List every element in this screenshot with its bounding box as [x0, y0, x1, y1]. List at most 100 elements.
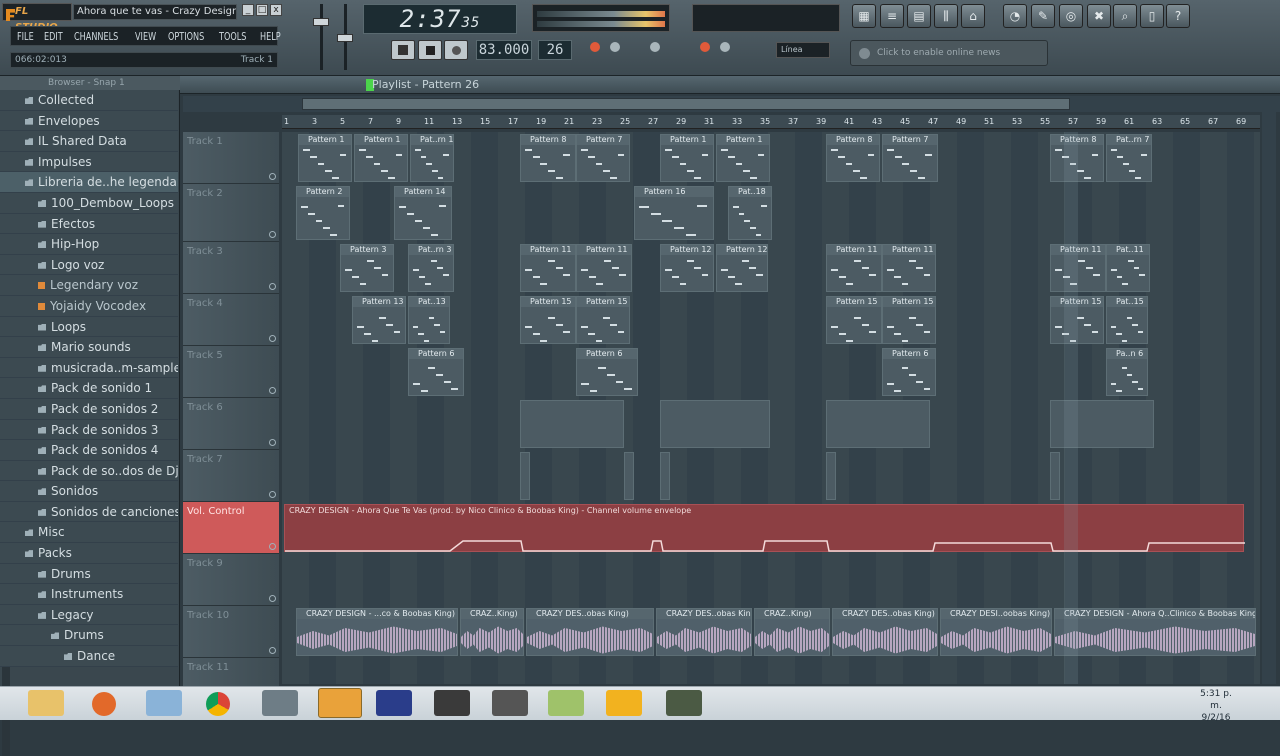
pattern-clip[interactable]: Pat..rn 7 — [1106, 134, 1152, 182]
browser-item[interactable]: musicrada..m-samples — [0, 357, 178, 379]
audio-clip[interactable]: CRAZY DES..obas King) — [832, 608, 938, 656]
browser-item[interactable]: Dance — [0, 646, 178, 667]
browser-item[interactable]: 100_Dembow_Loops — [0, 192, 178, 214]
browser-item[interactable]: Misc — [0, 522, 178, 544]
browser-item[interactable]: Loops — [0, 316, 178, 338]
snap-select[interactable]: Línea — [776, 42, 830, 58]
minimize-button[interactable]: _ — [242, 4, 254, 16]
vertical-scrollbar[interactable] — [1262, 112, 1276, 684]
pattern-clip[interactable]: Pattern 1 — [354, 134, 408, 182]
browser-item[interactable]: Yojaidy Vocodex — [0, 295, 178, 317]
pattern-clip[interactable]: Pattern 13 — [352, 296, 406, 344]
pattern-clip[interactable]: Pattern 12 — [716, 244, 768, 292]
channel-rack-icon[interactable]: ▤ — [907, 4, 931, 28]
fl-studio-task-icon[interactable] — [318, 688, 362, 718]
browser-item[interactable]: Pack de so..dos de Djs — [0, 460, 178, 482]
track-header[interactable]: Track 5 — [183, 346, 279, 398]
pattern-clip[interactable]: Pat..rn 1 — [410, 134, 454, 182]
link-icon[interactable]: ✖ — [1087, 4, 1111, 28]
browser-item[interactable]: Packs — [0, 543, 178, 564]
track-mute-led[interactable] — [269, 491, 276, 498]
track-header[interactable]: Track 10 — [183, 606, 279, 658]
track-mute-led[interactable] — [269, 283, 276, 290]
pattern-clip[interactable]: Pattern 8 — [520, 134, 576, 182]
taskbar-clock[interactable]: 5:31 p. m. 9/2/16 — [1196, 688, 1236, 724]
camera-icon[interactable] — [666, 690, 702, 716]
browser-item[interactable]: Instruments — [0, 584, 178, 605]
browser-item[interactable]: Sonidos — [0, 481, 178, 502]
browser-item[interactable]: Hip-Hop — [0, 234, 178, 255]
media-icon[interactable] — [146, 690, 182, 716]
pattern-clip[interactable] — [1050, 452, 1060, 500]
track-mute-led[interactable] — [269, 387, 276, 394]
track-mute-led[interactable] — [269, 173, 276, 180]
pattern-clip[interactable] — [660, 400, 770, 448]
pattern-clip[interactable]: Pattern 11 — [576, 244, 632, 292]
rec-indicator[interactable] — [590, 42, 600, 52]
menu-item-tools[interactable]: TOOLS — [219, 30, 246, 43]
typing-keyboard-toggle[interactable] — [720, 42, 730, 52]
pattern-clip[interactable]: Pattern 15 — [882, 296, 936, 344]
browser-item[interactable]: Mario sounds — [0, 337, 178, 358]
audio-clip[interactable]: CRAZY DES..obas King) — [656, 608, 752, 656]
terminal-icon[interactable] — [434, 690, 470, 716]
pattern-clip[interactable]: Pattern 14 — [394, 186, 452, 240]
shark-icon[interactable] — [492, 690, 528, 716]
menu-item-options[interactable]: OPTIONS — [168, 30, 204, 43]
track-mute-led[interactable] — [269, 439, 276, 446]
browser-item[interactable]: Logo voz — [0, 254, 178, 276]
online-news-bar[interactable]: Click to enable online news — [850, 40, 1048, 66]
track-header[interactable]: Track 7 — [183, 450, 279, 502]
browser-item[interactable]: IL Shared Data — [0, 131, 178, 152]
browser-item[interactable]: Envelopes — [0, 110, 178, 132]
audio-clip[interactable]: CRAZY DES..obas King) — [526, 608, 654, 656]
menu-item-file[interactable]: FILE — [17, 30, 34, 43]
cpu-icon[interactable]: ◔ — [1003, 4, 1027, 28]
pattern-clip[interactable]: Pat..15 — [1106, 296, 1148, 344]
browser-item[interactable]: Legacy — [0, 604, 178, 626]
pattern-clip[interactable]: Pattern 1 — [716, 134, 770, 182]
browser-item[interactable]: Libreria de..he legendary — [0, 172, 178, 193]
pattern-clip[interactable]: Pattern 1 — [660, 134, 714, 182]
pattern-clip[interactable] — [660, 452, 670, 500]
track-header[interactable]: Track 9 — [183, 554, 279, 606]
pattern-clip[interactable] — [826, 452, 836, 500]
device-icon[interactable]: ▯ — [1140, 4, 1164, 28]
pattern-clip[interactable] — [520, 452, 530, 500]
pattern-clip[interactable]: Pattern 1 — [298, 134, 352, 182]
plugin-icon[interactable]: ✎ — [1031, 4, 1055, 28]
browser-item[interactable]: Drums — [0, 625, 178, 647]
vlc-icon[interactable] — [606, 690, 642, 716]
pattern-clip[interactable]: Pattern 11 — [826, 244, 882, 292]
pattern-clip[interactable]: Pattern 12 — [660, 244, 714, 292]
audio-app-icon[interactable] — [376, 690, 412, 716]
close-button[interactable]: x — [270, 4, 282, 16]
track-header[interactable]: Track 1 — [183, 132, 279, 184]
blend-toggle[interactable] — [650, 42, 660, 52]
pattern-clip[interactable]: Pattern 8 — [826, 134, 880, 182]
firefox-icon[interactable] — [92, 692, 116, 716]
audio-clip[interactable]: CRAZY DESIGN - Ahora Q..Clinico & Boobas… — [1054, 608, 1256, 656]
playlist-icon[interactable]: ▦ — [852, 4, 876, 28]
browser-item[interactable]: Pack de sonidos 4 — [0, 440, 178, 461]
help-icon[interactable]: ? — [1166, 4, 1190, 28]
pattern-clip[interactable]: Pattern 7 — [882, 134, 938, 182]
pattern-clip[interactable]: Pattern 11 — [1050, 244, 1106, 292]
audio-clip[interactable]: CRAZY DESIGN - ...co & Boobas King) — [296, 608, 458, 656]
pattern-clip[interactable]: Pattern 15 — [576, 296, 630, 344]
pattern-clip[interactable]: Pattern 2 — [296, 186, 350, 240]
track-header[interactable]: Track 2 — [183, 184, 279, 242]
pattern-clip[interactable]: Pat..13 — [408, 296, 450, 344]
chrome-icon[interactable] — [206, 692, 230, 716]
tempo-display[interactable]: 83.000 — [476, 40, 532, 60]
browser-item[interactable]: Pack de sonido 1 — [0, 378, 178, 399]
pattern-song-toggle[interactable] — [391, 40, 415, 60]
pattern-clip[interactable]: Pattern 6 — [882, 348, 936, 396]
pattern-clip[interactable] — [826, 400, 930, 448]
menu-item-view[interactable]: VIEW — [135, 30, 156, 43]
app-icon[interactable] — [262, 690, 298, 716]
browser-item[interactable]: Efectos — [0, 213, 178, 235]
stop-button[interactable] — [418, 40, 442, 60]
pattern-clip[interactable]: Pattern 15 — [826, 296, 882, 344]
browser-item[interactable]: Pack de sonidos 3 — [0, 419, 178, 441]
